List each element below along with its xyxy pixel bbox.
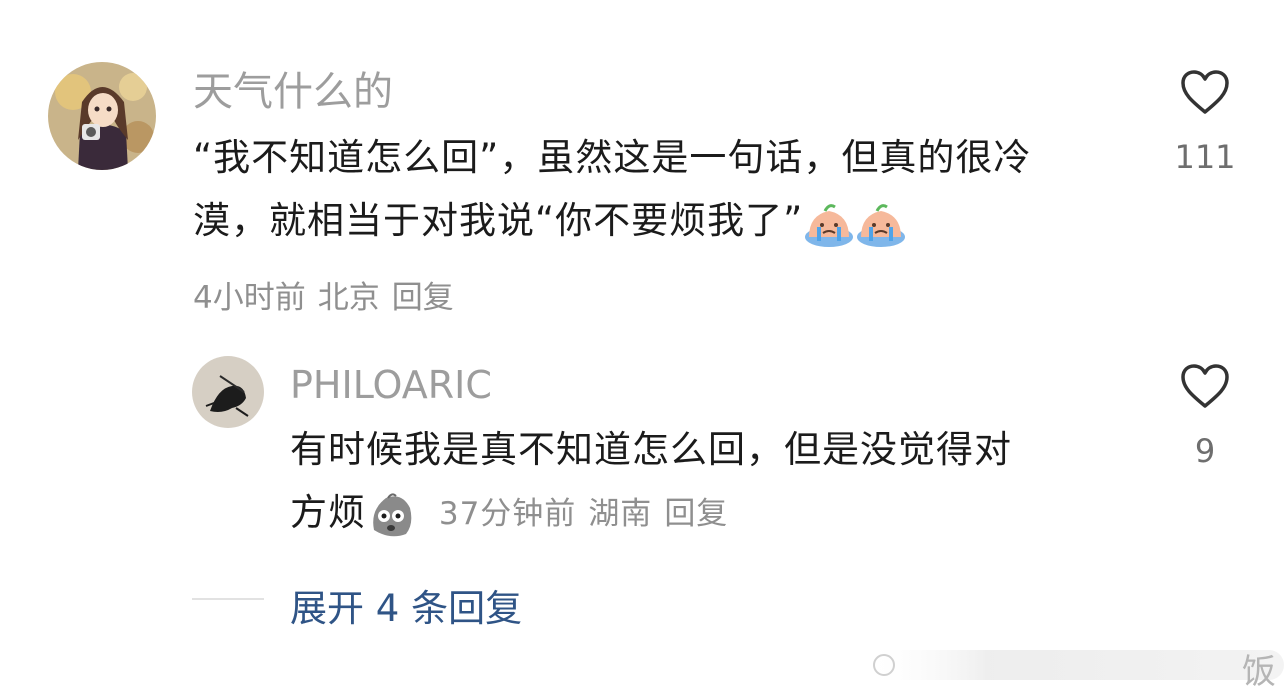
shocked-potato-emoji	[366, 490, 416, 540]
avatar[interactable]	[48, 62, 156, 170]
reply-like-block: 9	[1173, 362, 1237, 470]
heart-icon[interactable]	[1179, 362, 1231, 410]
comment-location: 北京	[317, 280, 380, 316]
comment-thread: 天气什么的 “我不知道怎么回”，虽然这是一句话，但真的很冷 漠，就相当于对我说“…	[0, 0, 1284, 693]
reply-reply-button[interactable]: 回复	[664, 496, 728, 532]
reply-meta: 37分钟前 湖南 回复	[428, 496, 740, 532]
like-block: 111	[1173, 68, 1237, 176]
reply-time: 37分钟前	[438, 496, 577, 532]
reply-text: 有时候我是真不知道怎么回，但是没觉得对 方烦 37分钟前 湖南 回复	[290, 418, 1150, 546]
expand-replies-button[interactable]: 展开 4 条回复	[290, 578, 522, 632]
user-avatar-image	[48, 62, 156, 170]
reply-location: 湖南	[588, 496, 653, 532]
crying-emoji	[855, 197, 907, 249]
heart-icon[interactable]	[1179, 68, 1231, 116]
like-count: 111	[1174, 138, 1236, 176]
expand-divider	[192, 598, 264, 600]
reply-username[interactable]: PHILOARIC	[290, 366, 492, 404]
comment-text-line: 漠，就相当于对我说“你不要烦我了”	[193, 189, 1153, 252]
comment-text-line-content: 漠，就相当于对我说“你不要烦我了”	[193, 199, 804, 242]
crying-emoji	[803, 197, 855, 249]
watermark-image	[864, 650, 1284, 680]
reply-avatar[interactable]	[192, 356, 264, 428]
reply-like-count: 9	[1194, 432, 1216, 470]
comment-username[interactable]: 天气什么的	[193, 72, 393, 112]
comment-text-line: “我不知道怎么回”，虽然这是一句话，但真的很冷	[193, 136, 1032, 179]
comment-meta: 4小时前 北京 回复	[193, 272, 466, 317]
reply-text-line: 有时候我是真不知道怎么回，但是没觉得对	[290, 428, 1012, 471]
reply-button[interactable]: 回复	[392, 280, 454, 316]
reply-avatar-image	[192, 356, 264, 428]
reply-text-line-content: 方烦	[290, 491, 366, 534]
comment-text: “我不知道怎么回”，虽然这是一句话，但真的很冷 漠，就相当于对我说“你不要烦我了…	[193, 126, 1153, 252]
watermark-text: 饭	[1242, 652, 1276, 692]
comment-time: 4小时前	[193, 280, 306, 316]
reply-text-line: 方烦 37分钟前 湖南 回复	[290, 481, 1150, 546]
